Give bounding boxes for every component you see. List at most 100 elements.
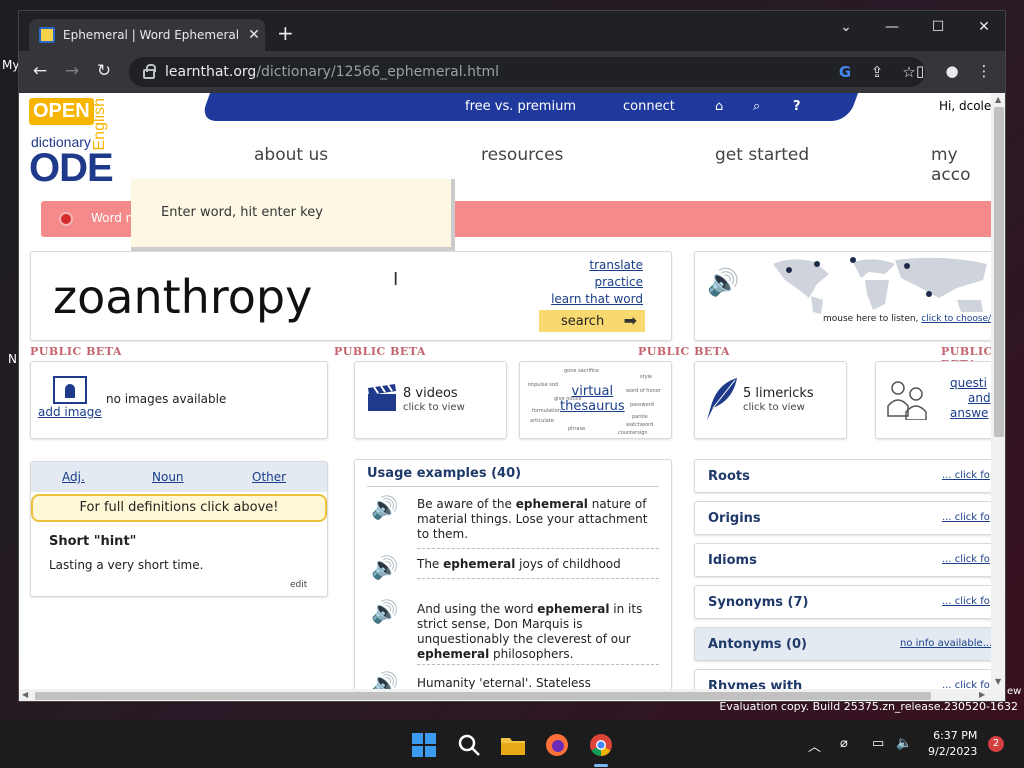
system-clock[interactable]: 6:37 PM 9/2/2023 bbox=[928, 728, 977, 760]
nav-my-account[interactable]: my acco bbox=[931, 145, 991, 185]
limericks-panel[interactable]: 5 limericks click to view bbox=[694, 361, 847, 439]
virtual-thesaurus-link[interactable]: virtual thesaurus bbox=[560, 384, 625, 414]
taskbar: ︿ ⌀ ▭ 🔈 6:37 PM 9/2/2023 2 bbox=[0, 720, 1024, 768]
usage-example: And using the word ephemeral in its stri… bbox=[417, 602, 643, 661]
tab-other[interactable]: Other bbox=[252, 470, 286, 484]
minimize-button[interactable]: — bbox=[877, 19, 907, 35]
choose-add-link[interactable]: click to choose/add bbox=[921, 314, 991, 324]
tab-title: Ephemeral | Word Ephemeral at C bbox=[63, 28, 243, 42]
close-tab-icon[interactable]: ✕ bbox=[243, 27, 265, 43]
url-text[interactable]: learnthat.org/dictionary/12566_ephemeral… bbox=[165, 64, 829, 80]
connect-link[interactable]: connect bbox=[623, 99, 675, 114]
nav-about-us[interactable]: about us bbox=[254, 145, 328, 165]
vertical-scrollbar[interactable]: ▲ ▼ bbox=[991, 93, 1005, 689]
address-bar[interactable]: learnthat.org/dictionary/12566_ephemeral… bbox=[129, 57, 925, 87]
world-map-icon[interactable] bbox=[771, 254, 991, 316]
free-vs-premium-link[interactable]: free vs. premium bbox=[465, 99, 576, 114]
nav-resources[interactable]: resources bbox=[481, 145, 563, 165]
antonyms-link-row[interactable]: Antonyms (0) no info available... bbox=[694, 627, 991, 661]
pronunciation-map-panel[interactable]: 🔊 mouse here to listen, click to choose/… bbox=[694, 251, 991, 341]
logo-english-text: English bbox=[91, 98, 108, 151]
limericks-sub: click to view bbox=[743, 402, 805, 413]
browser-tab[interactable]: Ephemeral | Word Ephemeral at C ✕ bbox=[29, 19, 265, 51]
synonyms-click-link[interactable]: ... click fo bbox=[942, 596, 990, 607]
search-button-label: search bbox=[561, 313, 605, 329]
quill-icon bbox=[707, 378, 737, 420]
site-favicon-icon bbox=[39, 27, 55, 43]
volume-icon[interactable]: 🔈 bbox=[896, 736, 912, 751]
edit-link[interactable]: edit bbox=[290, 580, 307, 590]
short-hint-title: Short "hint" bbox=[49, 534, 137, 549]
search-icon[interactable]: ⌕ bbox=[753, 99, 760, 114]
speaker-icon[interactable]: 🔊 bbox=[371, 672, 398, 689]
horizontal-scroll-thumb[interactable] bbox=[35, 692, 931, 700]
origins-label: Origins bbox=[708, 511, 761, 526]
idioms-link-row[interactable]: Idioms ... click fo bbox=[694, 543, 991, 577]
network-disconnected-icon[interactable]: ⌀ bbox=[840, 736, 848, 751]
firefox-icon[interactable] bbox=[544, 732, 570, 758]
monitor-icon[interactable]: ▭ bbox=[872, 736, 884, 751]
tab-noun[interactable]: Noun bbox=[152, 470, 184, 484]
help-icon[interactable]: ? bbox=[793, 99, 801, 114]
record-icon bbox=[59, 212, 73, 226]
usage-header: Usage examples (40) bbox=[367, 466, 522, 481]
search-icon[interactable] bbox=[456, 732, 482, 758]
questions-answers-link[interactable]: questi and answe bbox=[950, 376, 991, 421]
questions-panel[interactable]: questi and answe bbox=[875, 361, 991, 439]
chevron-up-icon[interactable]: ︿ bbox=[808, 736, 821, 755]
part-of-speech-tabs: Adj. Noun Other bbox=[31, 462, 327, 492]
site-logo[interactable]: OPEN English dictionary ODE bbox=[29, 98, 119, 190]
windows-start-icon[interactable] bbox=[411, 732, 437, 758]
tab-adj[interactable]: Adj. bbox=[62, 470, 85, 484]
search-word-input[interactable]: zoanthropy bbox=[53, 270, 312, 324]
reload-button[interactable]: ↻ bbox=[93, 61, 115, 81]
translate-link[interactable]: translate bbox=[589, 258, 643, 272]
maximize-button[interactable]: ☐ bbox=[923, 19, 953, 35]
usage-example: Humanity 'eternal'. Stateless bbox=[417, 676, 591, 689]
menu-dots-icon[interactable]: ⋮ bbox=[973, 62, 995, 80]
forward-button[interactable]: → bbox=[61, 61, 83, 81]
speaker-icon[interactable]: 🔊 bbox=[371, 556, 398, 581]
roots-link-row[interactable]: Roots ... click fo bbox=[694, 459, 991, 493]
rhymes-link-row[interactable]: Rhymes with ... click fo bbox=[694, 669, 991, 689]
user-greeting[interactable]: Hi, dcolew bbox=[939, 99, 991, 113]
rhymes-click-link[interactable]: ... click fo bbox=[942, 680, 990, 689]
speaker-icon[interactable]: 🔊 bbox=[707, 268, 739, 298]
lock-icon[interactable] bbox=[143, 64, 156, 79]
profile-icon[interactable]: ● bbox=[941, 62, 963, 80]
add-image-link[interactable]: add image bbox=[38, 405, 102, 419]
antonyms-info-link[interactable]: no info available... bbox=[900, 638, 991, 649]
origins-click-link[interactable]: ... click fo bbox=[942, 512, 990, 523]
practice-link[interactable]: practice bbox=[594, 275, 643, 289]
videos-panel[interactable]: 8 videos click to view bbox=[354, 361, 507, 439]
videos-count: 8 videos bbox=[403, 386, 458, 401]
speaker-icon[interactable]: 🔊 bbox=[371, 496, 398, 521]
file-explorer-icon[interactable] bbox=[500, 732, 526, 758]
new-tab-button[interactable]: + bbox=[277, 23, 294, 43]
browser-toolbar: ← → ↻ learnthat.org/dictionary/12566_eph… bbox=[19, 51, 1005, 93]
chrome-icon[interactable] bbox=[588, 732, 614, 758]
back-button[interactable]: ← bbox=[29, 61, 51, 81]
side-panel-icon[interactable]: ▯ bbox=[909, 62, 931, 80]
roots-click-link[interactable]: ... click fo bbox=[942, 470, 990, 481]
share-icon[interactable]: ⇪ bbox=[861, 63, 893, 81]
logo-open-text: OPEN bbox=[29, 98, 94, 125]
search-button[interactable]: search ➡ bbox=[539, 310, 645, 332]
tooltip-text: Enter word, hit enter key bbox=[161, 205, 323, 220]
nav-get-started[interactable]: get started bbox=[715, 145, 809, 165]
logo-ode-text: ODE bbox=[29, 146, 114, 190]
vertical-scroll-thumb[interactable] bbox=[994, 107, 1004, 437]
synonyms-link-row[interactable]: Synonyms (7) ... click fo bbox=[694, 585, 991, 619]
origins-link-row[interactable]: Origins ... click fo bbox=[694, 501, 991, 535]
home-icon[interactable]: ⌂ bbox=[715, 99, 723, 114]
notification-badge[interactable]: 2 bbox=[988, 736, 1004, 752]
image-icon[interactable] bbox=[53, 376, 87, 404]
horizontal-scrollbar[interactable]: ◀ ▶ bbox=[19, 689, 1005, 701]
tab-search-chevron-icon[interactable]: ⌄ bbox=[831, 19, 861, 35]
idioms-click-link[interactable]: ... click fo bbox=[942, 554, 990, 565]
learn-that-word-link[interactable]: learn that word bbox=[551, 292, 643, 306]
speaker-icon[interactable]: 🔊 bbox=[371, 600, 398, 625]
thesaurus-panel[interactable]: gone sacrifice impulse sod style word of… bbox=[519, 361, 672, 439]
google-lens-icon[interactable]: G bbox=[829, 63, 861, 81]
close-window-button[interactable]: ✕ bbox=[969, 19, 999, 35]
